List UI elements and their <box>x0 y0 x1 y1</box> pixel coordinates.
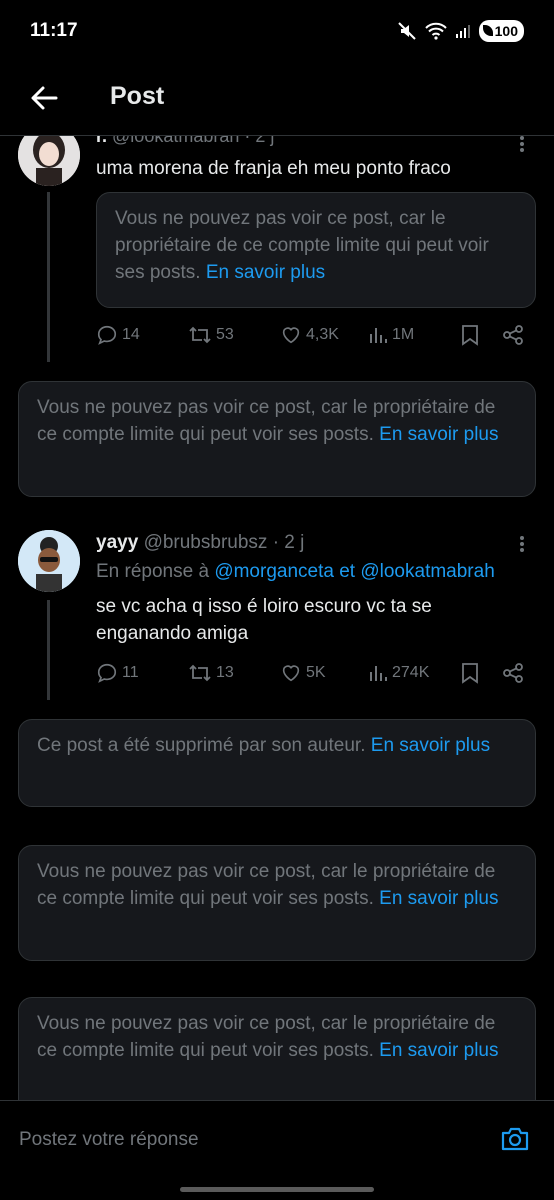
profile-photo <box>18 136 80 186</box>
share-icon[interactable] <box>502 662 524 684</box>
reply-prefix: En réponse à <box>96 561 210 582</box>
page-title: Post <box>110 82 165 110</box>
repost-button[interactable]: 53 <box>188 324 234 346</box>
reply-button[interactable]: 14 <box>96 324 140 346</box>
battery-saver-icon <box>482 25 493 36</box>
reply-button[interactable]: 11 <box>96 662 139 684</box>
restricted-post-notice: Vous ne pouvez pas voir ce post, car le … <box>18 997 536 1100</box>
avatar[interactable] <box>18 530 80 592</box>
reply-and: et <box>339 561 356 582</box>
like-count: 4,3K <box>306 326 339 343</box>
battery-level: 100 <box>494 23 518 39</box>
analytics-icon <box>370 328 387 343</box>
post-author-row: yayy @brubsbrubsz · 2 j <box>96 532 304 554</box>
post-text: uma morena de franja eh meu ponto fraco <box>96 158 451 179</box>
profile-illustration <box>18 530 80 592</box>
author-handle[interactable]: @brubsbrubsz <box>144 532 268 553</box>
reply-icon <box>97 325 117 345</box>
avatar[interactable] <box>18 136 80 186</box>
learn-more-link[interactable]: En savoir plus <box>371 735 490 756</box>
deleted-post-notice: Ce post a été supprimé par son auteur. E… <box>18 719 536 807</box>
reply-icon <box>97 663 117 683</box>
status-bar: 11:17 100 <box>0 0 554 62</box>
mention-link[interactable]: @lookatmabrah <box>360 561 494 582</box>
author-handle[interactable]: @lookatmabrah <box>112 136 239 146</box>
post-actions: 14 53 4,3K 1M <box>96 322 536 348</box>
bookmark-icon[interactable] <box>460 662 480 684</box>
view-count: 1M <box>392 326 415 343</box>
restricted-post-notice: Vous ne pouvez pas voir ce post, car le … <box>18 845 536 961</box>
restricted-quote-box: Vous ne pouvez pas voir ce post, car le … <box>96 192 536 308</box>
heart-icon <box>282 665 300 682</box>
status-icons: 100 <box>397 20 524 42</box>
repost-count: 53 <box>216 326 234 343</box>
learn-more-link[interactable]: En savoir plus <box>206 262 325 283</box>
learn-more-link[interactable]: En savoir plus <box>379 888 498 909</box>
status-time: 11:17 <box>30 20 78 41</box>
post-time: · 2 j <box>244 136 275 146</box>
reply-count: 14 <box>122 326 140 343</box>
views-button[interactable]: 274K <box>368 663 429 683</box>
repost-button[interactable]: 13 <box>188 662 234 684</box>
camera-icon[interactable] <box>500 1125 530 1153</box>
post-actions: 11 13 5K 274K <box>96 660 536 686</box>
mention-link[interactable]: @morganceta <box>214 561 334 582</box>
view-count: 274K <box>392 664 430 681</box>
mute-icon <box>397 22 416 40</box>
restricted-post-notice: Vous ne pouvez pas voir ce post, car le … <box>18 381 536 497</box>
reply-input[interactable]: Postez votre réponse <box>19 1129 199 1151</box>
post-author-row: r. @lookatmabrah · 2 j <box>96 136 274 147</box>
author-name[interactable]: r. <box>96 136 107 146</box>
thread-line <box>47 600 50 700</box>
like-count: 5K <box>306 664 326 681</box>
heart-icon <box>282 327 300 344</box>
post-feed[interactable]: r. @lookatmabrah · 2 j uma morena de fra… <box>0 136 554 1100</box>
reply-context: En réponse à @morganceta et @lookatmabra… <box>96 561 495 583</box>
repost-count: 13 <box>216 664 234 681</box>
thread-line <box>47 192 50 362</box>
bookmark-icon[interactable] <box>460 324 480 346</box>
author-name[interactable]: yayy <box>96 532 138 553</box>
views-button[interactable]: 1M <box>368 325 414 345</box>
post-text: se vc acha q isso é loiro escuro vc ta s… <box>96 596 432 644</box>
analytics-icon <box>370 666 387 681</box>
repost-icon <box>189 664 211 682</box>
signal-icon <box>455 25 470 38</box>
back-arrow-icon[interactable] <box>28 82 60 114</box>
post-time: · 2 j <box>272 532 305 553</box>
wifi-icon <box>424 22 447 40</box>
repost-icon <box>189 326 211 344</box>
reply-count: 11 <box>122 664 139 681</box>
home-indicator[interactable] <box>180 1187 374 1192</box>
more-options-icon[interactable] <box>520 136 526 154</box>
learn-more-link[interactable]: En savoir plus <box>379 424 498 445</box>
battery-indicator: 100 <box>478 20 524 42</box>
share-icon[interactable] <box>502 324 524 346</box>
learn-more-link[interactable]: En savoir plus <box>379 1040 498 1061</box>
top-app-bar: Post <box>0 62 554 136</box>
notice-text: Ce post a été supprimé par son auteur. <box>37 735 366 756</box>
more-options-icon[interactable] <box>520 534 526 554</box>
like-button[interactable]: 4,3K <box>280 324 339 346</box>
reply-composer: Postez votre réponse <box>0 1100 554 1180</box>
like-button[interactable]: 5K <box>280 662 326 684</box>
